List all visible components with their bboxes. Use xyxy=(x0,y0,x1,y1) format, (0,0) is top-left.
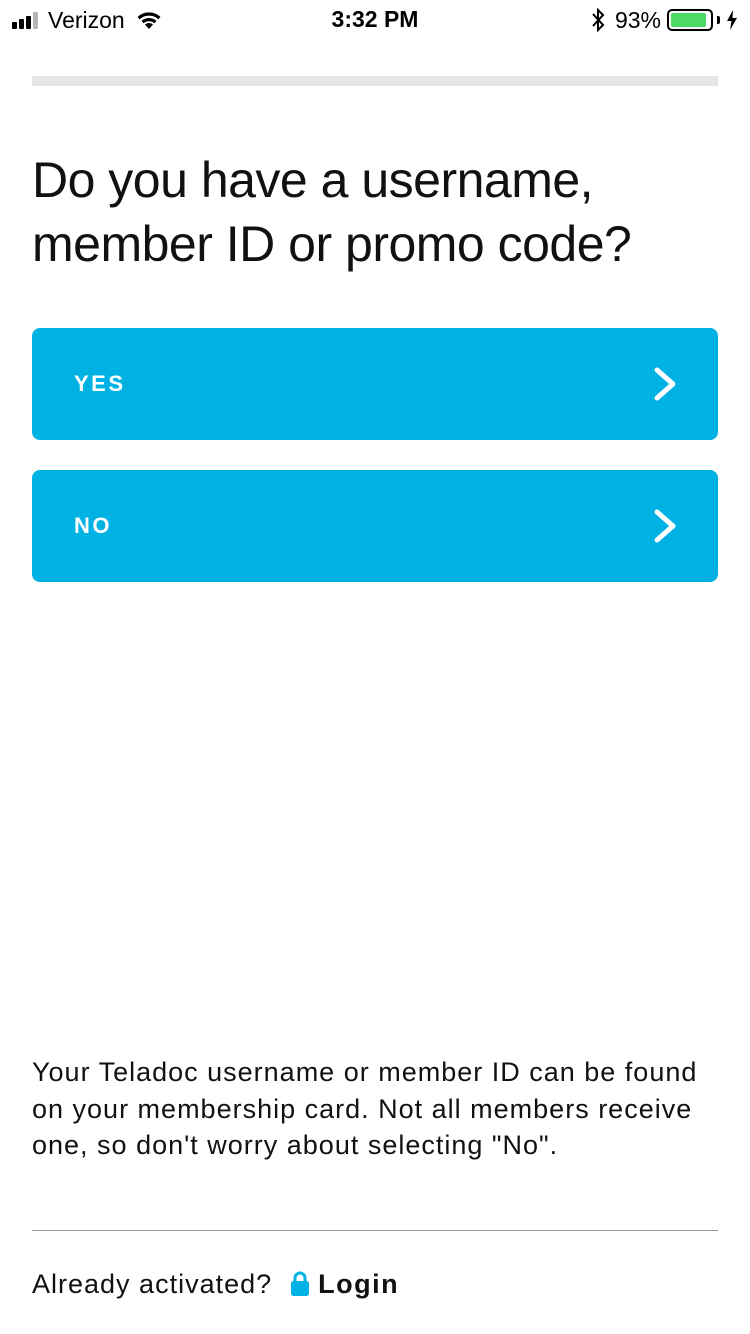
screen: Verizon 3:32 PM 93% Do you have a userna xyxy=(0,0,750,1334)
no-button-label: NO xyxy=(74,513,112,538)
login-row: Already activated? Login xyxy=(32,1262,399,1306)
login-link[interactable]: Login xyxy=(290,1269,399,1300)
battery-level xyxy=(671,13,707,27)
divider xyxy=(32,1230,718,1231)
help-text: Your Teladoc username or member ID can b… xyxy=(32,1057,698,1160)
battery-icon xyxy=(667,9,713,31)
charging-icon xyxy=(727,10,737,30)
chevron-right-icon xyxy=(654,509,676,543)
progress-bar xyxy=(32,76,718,86)
battery-percent: 93% xyxy=(614,6,661,33)
battery-cap xyxy=(717,16,720,24)
yes-button-label: YES xyxy=(74,371,126,396)
status-bar: Verizon 3:32 PM 93% xyxy=(0,0,750,40)
bluetooth-icon xyxy=(592,8,605,32)
chevron-right-icon xyxy=(654,367,676,401)
login-prompt: Already activated? xyxy=(32,1268,273,1299)
yes-button[interactable]: YES xyxy=(32,328,718,440)
login-label: Login xyxy=(318,1268,400,1299)
status-bar-right: 93% xyxy=(591,6,738,34)
lock-icon xyxy=(291,1271,310,1296)
no-button[interactable]: NO xyxy=(32,470,718,582)
page-title: Do you have a username, member ID or pro… xyxy=(32,152,632,272)
